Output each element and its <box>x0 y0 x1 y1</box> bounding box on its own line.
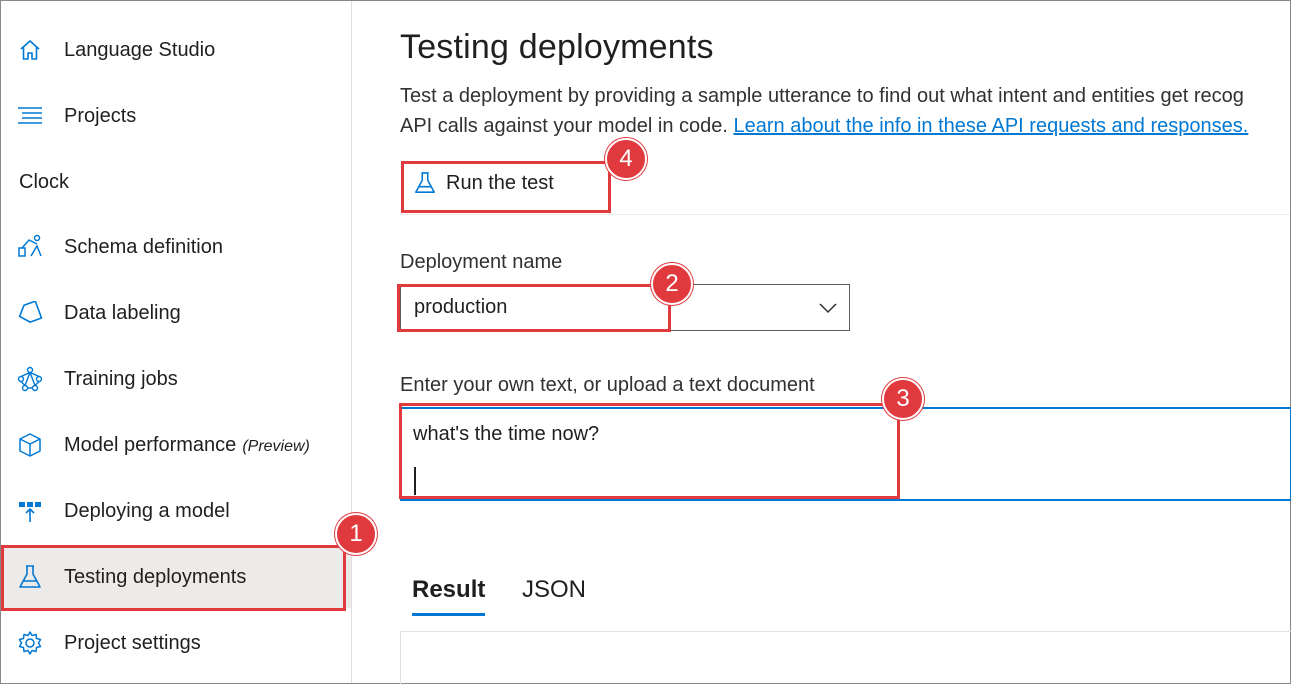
active-tab-underline <box>412 613 486 616</box>
utterance-text: what's the time now? <box>413 423 600 445</box>
schema-icon <box>17 234 43 260</box>
annotation-badge-3: 3 <box>882 378 924 420</box>
deployment-name-dropdown[interactable]: production <box>400 284 850 331</box>
sidebar-item-testing-deployments[interactable]: Testing deployments <box>1 546 351 608</box>
sidebar-item-schema-definition[interactable]: Schema definition <box>1 216 351 278</box>
sidebar-item-projects[interactable]: Projects <box>1 85 351 147</box>
description-line-2: API calls against your model in code. Le… <box>400 115 1249 137</box>
chevron-down-icon <box>819 303 837 314</box>
annotation-badge-1: 1 <box>335 513 377 555</box>
tag-icon <box>17 300 43 326</box>
sidebar-item-label: Deploying a model <box>64 499 230 522</box>
deploy-icon <box>17 498 43 524</box>
sidebar-item-deploying-a-model[interactable]: Deploying a model <box>1 480 351 542</box>
home-icon <box>17 37 43 63</box>
sidebar-item-label: Projects <box>64 104 137 127</box>
sidebar-item-label: Language Studio <box>64 38 216 61</box>
flask-icon <box>412 170 438 196</box>
text-caret <box>414 467 416 495</box>
gear-icon <box>17 630 43 656</box>
run-test-label: Run the test <box>446 171 554 194</box>
annotation-badge-2: 2 <box>651 263 693 305</box>
page-description: Test a deployment by providing a sample … <box>400 81 1290 141</box>
deployment-name-value: production <box>414 296 508 318</box>
flask-icon <box>17 564 43 590</box>
sidebar-item-label: Model performance (Preview) <box>64 433 310 456</box>
project-name-label: Clock <box>19 171 70 193</box>
result-panel <box>400 631 1291 684</box>
network-icon <box>17 366 43 392</box>
sidebar-item-language-studio[interactable]: Language Studio <box>1 19 351 81</box>
sidebar-item-model-performance[interactable]: Model performance (Preview) <box>1 414 351 476</box>
sidebar-item-training-jobs[interactable]: Training jobs <box>1 348 351 410</box>
sidebar-item-label: Testing deployments <box>64 565 247 588</box>
page-title: Testing deployments <box>400 28 714 66</box>
text-input-label: Enter your own text, or upload a text do… <box>400 374 815 396</box>
list-icon <box>17 103 43 129</box>
sidebar-item-label: Data labeling <box>64 301 181 324</box>
sidebar-item-label: Project settings <box>64 631 201 654</box>
utterance-text-input[interactable]: what's the time now? <box>400 407 1291 501</box>
sidebar-item-label: Training jobs <box>64 367 178 390</box>
run-test-button[interactable]: Run the test <box>400 163 554 203</box>
annotation-badge-4: 4 <box>605 138 647 180</box>
sidebar-item-label: Schema definition <box>64 235 223 258</box>
preview-tag: (Preview) <box>242 437 310 455</box>
cube-icon <box>17 432 43 458</box>
sidebar-item-project-settings[interactable]: Project settings <box>1 612 351 674</box>
tab-json[interactable]: JSON <box>522 564 586 616</box>
learn-more-link[interactable]: Learn about the info in these API reques… <box>734 115 1249 137</box>
main-content: Testing deployments Test a deployment by… <box>352 1 1291 684</box>
description-line-1: Test a deployment by providing a sample … <box>400 85 1244 107</box>
deployment-name-label: Deployment name <box>400 251 563 273</box>
command-bar-divider <box>400 214 1290 215</box>
sidebar: Language Studio Projects Clock Schema de… <box>1 1 352 683</box>
tab-result[interactable]: Result <box>412 564 486 616</box>
sidebar-item-data-labeling[interactable]: Data labeling <box>1 282 351 344</box>
